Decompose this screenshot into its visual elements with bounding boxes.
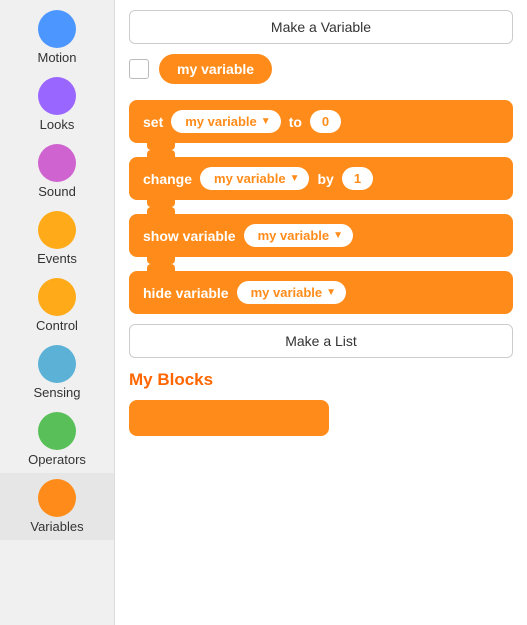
sidebar: Motion Looks Sound Events Control Sensin… [0,0,115,625]
change-prefix: change [143,171,192,187]
change-variable-dropdown[interactable]: my variable ▼ [200,167,309,190]
motion-circle [38,10,76,48]
sidebar-item-control[interactable]: Control [0,272,114,339]
show-dropdown-label: my variable [258,228,330,243]
sidebar-item-looks-label: Looks [40,117,75,132]
main-panel: Make a Variable my variable set my varia… [115,0,527,625]
hide-dropdown-label: my variable [251,285,323,300]
sidebar-item-sound[interactable]: Sound [0,138,114,205]
show-variable-block[interactable]: show variable my variable ▼ [129,214,513,257]
variable-checkbox[interactable] [129,59,149,79]
hide-variable-dropdown[interactable]: my variable ▼ [237,281,346,304]
sidebar-item-sensing[interactable]: Sensing [0,339,114,406]
sidebar-item-variables[interactable]: Variables [0,473,114,540]
variable-row: my variable [129,54,513,84]
operators-circle [38,412,76,450]
hide-prefix: hide variable [143,285,229,301]
events-circle [38,211,76,249]
set-value[interactable]: 0 [310,110,341,133]
sidebar-item-control-label: Control [36,318,78,333]
change-dropdown-label: my variable [214,171,286,186]
sidebar-item-operators-label: Operators [28,452,86,467]
set-variable-dropdown[interactable]: my variable ▼ [171,110,280,133]
set-dropdown-label: my variable [185,114,257,129]
hide-variable-block[interactable]: hide variable my variable ▼ [129,271,513,314]
sidebar-item-operators[interactable]: Operators [0,406,114,473]
set-dropdown-arrow: ▼ [261,116,271,127]
show-dropdown-arrow: ▼ [333,230,343,241]
partial-block [129,400,329,436]
sidebar-item-looks[interactable]: Looks [0,71,114,138]
show-variable-dropdown[interactable]: my variable ▼ [244,224,353,247]
variables-circle [38,479,76,517]
variable-pill[interactable]: my variable [159,54,272,84]
sensing-circle [38,345,76,383]
sidebar-item-motion[interactable]: Motion [0,4,114,71]
change-value[interactable]: 1 [342,167,373,190]
sidebar-item-events[interactable]: Events [0,205,114,272]
change-dropdown-arrow: ▼ [290,173,300,184]
my-blocks-heading: My Blocks [129,370,513,390]
set-block[interactable]: set my variable ▼ to 0 [129,100,513,143]
change-by-label: by [317,171,333,187]
show-prefix: show variable [143,228,236,244]
control-circle [38,278,76,316]
change-block[interactable]: change my variable ▼ by 1 [129,157,513,200]
make-variable-button[interactable]: Make a Variable [129,10,513,44]
hide-dropdown-arrow: ▼ [326,287,336,298]
sidebar-item-events-label: Events [37,251,77,266]
sidebar-item-sensing-label: Sensing [34,385,81,400]
set-to-label: to [289,114,302,130]
set-prefix: set [143,114,163,130]
sidebar-item-variables-label: Variables [30,519,83,534]
sound-circle [38,144,76,182]
sidebar-item-motion-label: Motion [37,50,76,65]
sidebar-item-sound-label: Sound [38,184,76,199]
looks-circle [38,77,76,115]
make-list-button[interactable]: Make a List [129,324,513,358]
